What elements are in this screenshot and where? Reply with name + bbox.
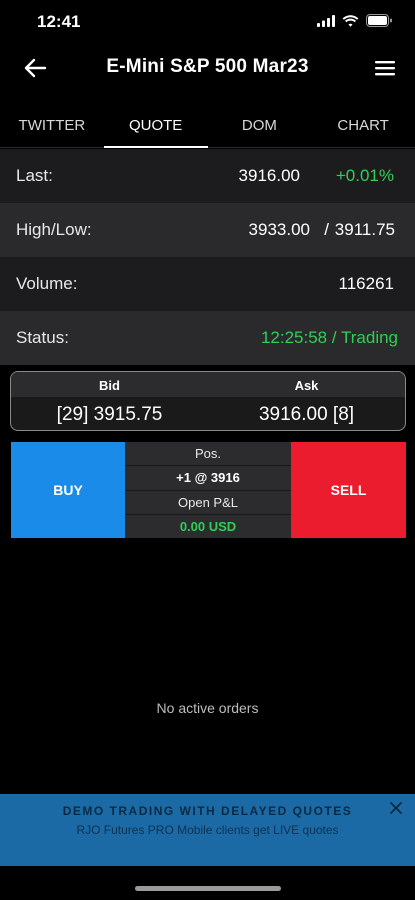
ask-label: Ask [294,378,319,393]
quote-row-last: Last: 3916.00 +0.01% [0,149,415,203]
position-value: +1 @ 3916 [125,465,291,489]
cellular-signal-icon [317,14,335,27]
tab-twitter[interactable]: TWITTER [0,104,104,147]
status-label: Status: [16,328,69,347]
highlow-separator: / [324,220,329,239]
last-price: 3916.00 [238,166,300,185]
position-pane: Pos. +1 @ 3916 Open P&L 0.00 USD [125,442,291,538]
quote-row-highlow: High/Low: 3933.00 / 3911.75 [0,203,415,257]
last-change: +0.01% [335,166,394,185]
trade-panel: BUY Pos. +1 @ 3916 Open P&L 0.00 USD SEL… [11,442,406,538]
menu-button[interactable] [371,55,399,81]
back-button[interactable] [20,54,50,82]
status-icons [317,14,393,27]
buy-button[interactable]: BUY [11,442,125,538]
quote-row-volume: Volume: 116261 [0,257,415,311]
wifi-icon [342,14,359,27]
ask-price[interactable]: 3916.00 [8] [208,404,405,426]
sell-button[interactable]: SELL [291,442,406,538]
quote-row-status: Status: 12:25:58 / Trading [0,311,415,365]
banner-title: DEMO TRADING WITH DELAYED QUOTES [62,804,353,818]
home-indicator[interactable] [135,886,281,891]
tab-bar: TWITTER QUOTE DOM CHART [0,104,415,148]
arrow-left-icon [24,58,47,78]
open-pnl-value: 0.00 USD [125,513,291,538]
tab-dom[interactable]: DOM [208,104,312,147]
tab-quote[interactable]: QUOTE [103,104,208,148]
status-time: 12:41 [37,12,81,31]
status-value: 12:25:58 / Trading [260,328,398,347]
banner-subtitle: RJO Futures PRO Mobile clients get LIVE … [76,823,339,837]
nav-bar: E-Mini S&P 500 Mar23 [0,44,415,92]
status-bar: 12:41 [0,0,415,44]
bid-ask-panel: Bid Ask [29] 3915.75 3916.00 [8] [10,371,406,431]
volume-label: Volume: [16,274,78,293]
page-title: E-Mini S&P 500 Mar23 [106,56,309,77]
position-label: Pos. [194,446,221,462]
open-pnl-label: Open P&L [125,489,291,514]
no-active-orders-text: No active orders [156,700,259,716]
demo-banner[interactable]: DEMO TRADING WITH DELAYED QUOTES RJO Fut… [0,794,415,866]
last-label: Last: [16,166,53,185]
bid-label: Bid [99,378,120,393]
hamburger-menu-icon [375,61,395,76]
battery-icon [366,14,392,27]
tab-chart[interactable]: CHART [311,104,415,147]
volume-value: 116261 [338,274,394,293]
high-price: 3933.00 [248,220,310,239]
close-icon [390,802,402,814]
low-price: 3911.75 [334,220,395,239]
highlow-label: High/Low: [16,220,92,239]
banner-close-button[interactable] [387,799,405,817]
bid-price[interactable]: [29] 3915.75 [11,404,208,426]
